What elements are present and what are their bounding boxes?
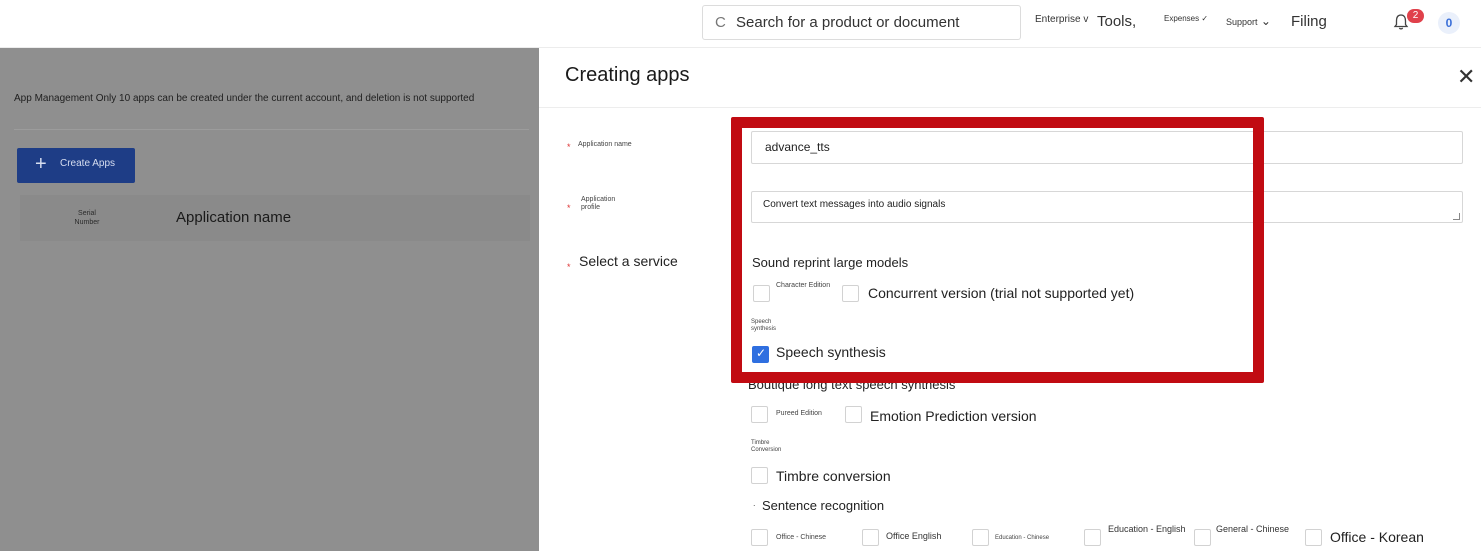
timbre-conversion-note: Timbre Conversion	[751, 440, 782, 453]
table-header: Serial Number Application name	[20, 195, 530, 241]
office-english-label: Office English	[886, 531, 942, 541]
plus-icon: +	[35, 153, 47, 175]
required-marker: *	[567, 142, 571, 152]
bullet-marker: .	[753, 498, 756, 508]
general-chinese-checkbox[interactable]	[1194, 529, 1211, 546]
application-profile-label: Application profile	[581, 196, 616, 211]
general-chinese-label: General - Chinese	[1216, 524, 1290, 534]
emotion-prediction-label: Emotion Prediction version	[870, 408, 1037, 424]
search-input[interactable]: Search for a product or document	[736, 14, 959, 31]
education-english-label: Education - English	[1108, 524, 1186, 534]
nav-support[interactable]: Support ⌄	[1226, 14, 1271, 28]
column-serial-number: Serial Number	[74, 210, 100, 226]
nav-enterprise[interactable]: Enterprise v	[1035, 14, 1088, 25]
drawer-title: Creating apps	[565, 64, 690, 86]
office-chinese-checkbox[interactable]	[751, 529, 768, 546]
pureed-edition-label: Pureed Edition	[776, 410, 822, 417]
highlight-box	[731, 117, 1264, 383]
chevron-down-icon: v	[1080, 14, 1089, 25]
close-icon[interactable]: ✕	[1457, 66, 1475, 88]
education-chinese-checkbox[interactable]	[972, 529, 989, 546]
required-marker: *	[567, 262, 571, 272]
timbre-conversion-label: Timbre conversion	[776, 468, 891, 484]
notification-badge: 2	[1407, 9, 1424, 23]
column-application-name: Application name	[176, 209, 292, 226]
divider	[539, 107, 1481, 108]
education-chinese-label: Education - Chinese	[995, 535, 1050, 541]
nav-expenses[interactable]: Expenses ✓	[1164, 14, 1208, 23]
office-korean-checkbox[interactable]	[1305, 529, 1322, 546]
app-management-notice: App Management Only 10 apps can be creat…	[14, 93, 475, 104]
nav-expenses-label: Expenses	[1164, 14, 1200, 23]
emotion-prediction-checkbox[interactable]	[845, 406, 862, 423]
nav-filing[interactable]: Filing	[1291, 13, 1327, 30]
application-name-label: Application name	[578, 141, 632, 148]
search-icon: C	[715, 14, 726, 31]
top-navigation-bar: C Search for a product or document Enter…	[0, 0, 1481, 48]
sentence-recognition-group-title: Sentence recognition	[762, 498, 885, 513]
required-marker: *	[567, 203, 571, 213]
office-korean-label: Office - Korean	[1330, 529, 1424, 545]
pureed-edition-checkbox[interactable]	[751, 406, 768, 423]
app-management-panel: App Management Only 10 apps can be creat…	[0, 48, 539, 551]
search-box[interactable]: C Search for a product or document	[702, 5, 1021, 40]
create-apps-label: Create Apps	[60, 158, 116, 169]
nav-tools[interactable]: Tools,	[1097, 13, 1136, 30]
create-apps-button[interactable]: + Create Apps	[17, 148, 135, 183]
nav-enterprise-label: Enterprise	[1035, 14, 1081, 25]
nav-support-label: Support	[1226, 17, 1258, 27]
divider	[14, 129, 529, 130]
resize-handle[interactable]	[1453, 213, 1460, 220]
avatar[interactable]: 0	[1438, 12, 1460, 34]
timbre-conversion-checkbox[interactable]	[751, 467, 768, 484]
chevron-down-icon: ✓	[1199, 14, 1209, 23]
education-english-checkbox[interactable]	[1084, 529, 1101, 546]
office-english-checkbox[interactable]	[862, 529, 879, 546]
office-chinese-label: Office - Chinese	[776, 534, 827, 541]
chevron-down-icon: ⌄	[1257, 14, 1271, 28]
select-service-label: Select a service	[579, 253, 678, 269]
